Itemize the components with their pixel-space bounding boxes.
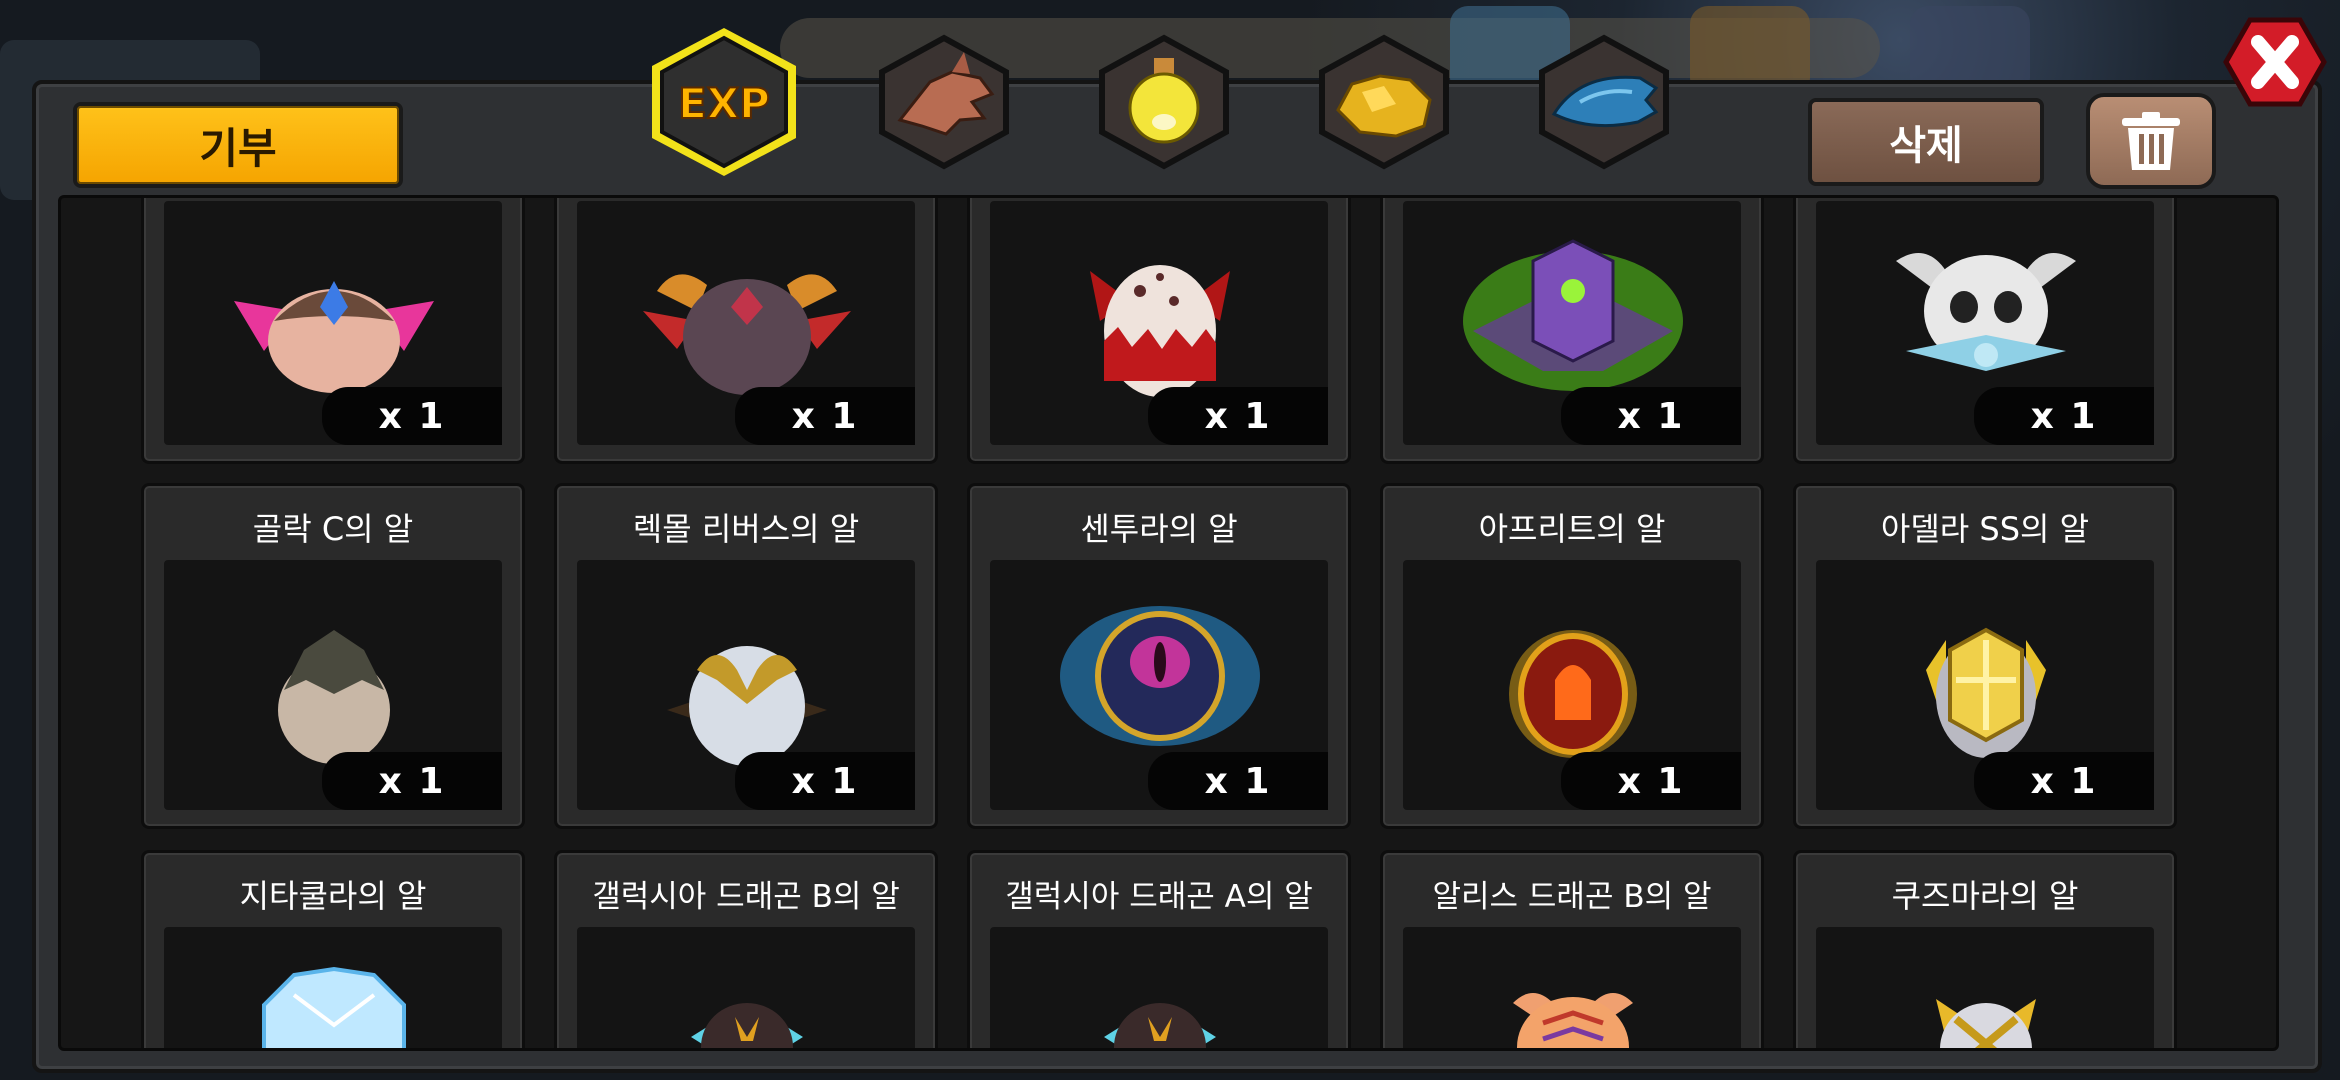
gold-armored-egg-icon — [1926, 627, 2046, 758]
egg-image-well — [164, 927, 502, 1048]
white-horned-egg-icon — [667, 646, 827, 766]
close-button[interactable] — [2222, 16, 2328, 108]
blue-eye-egg-icon — [1060, 606, 1260, 746]
egg-quantity: x 1 — [735, 752, 915, 810]
egg-card[interactable]: x 1 — [554, 198, 938, 464]
egg-card[interactable]: x 1 — [1793, 198, 2177, 464]
egg-card[interactable]: 아프리트의 알 x 1 — [1380, 483, 1764, 829]
egg-card[interactable]: 갤럭시아 드래곤 A의 알 — [967, 850, 1351, 1048]
egg-quantity: x 1 — [322, 752, 502, 810]
egg-image-well: x 1 — [990, 201, 1328, 445]
egg-card-title: 아델라 SS의 알 — [1880, 510, 2090, 548]
egg-image-well — [577, 927, 915, 1048]
egg-card-title: 골락 C의 알 — [252, 510, 414, 548]
tab-potion[interactable] — [1080, 22, 1248, 182]
tab-gold[interactable] — [1300, 22, 1468, 182]
egg-quantity: x 1 — [1974, 387, 2154, 445]
alice-b-egg-icon — [1513, 993, 1633, 1048]
egg-card-title: 렉몰 리버스의 알 — [632, 510, 860, 548]
egg-image-well — [990, 927, 1328, 1048]
egg-card-title: 알리스 드래곤 B의 알 — [1432, 879, 1712, 915]
egg-card[interactable]: 알리스 드래곤 B의 알 — [1380, 850, 1764, 1048]
ice-crystal-egg-icon — [262, 966, 406, 1048]
fire-egg-icon — [1509, 630, 1637, 758]
donate-button[interactable]: 기부 — [73, 102, 403, 188]
egg-card-title: 센투라의 알 — [1080, 510, 1238, 548]
horned-dark-egg-icon — [643, 274, 851, 395]
egg-quantity: x 1 — [735, 387, 915, 445]
egg-card[interactable]: x 1 — [967, 198, 1351, 464]
spotted-red-egg-icon — [1090, 265, 1230, 397]
close-icon — [2223, 17, 2327, 107]
galaxy-b-egg-icon — [691, 1003, 803, 1048]
egg-card-title: 아프리트의 알 — [1478, 510, 1666, 548]
pink-crown-egg-icon — [234, 281, 434, 393]
egg-image-well: x 1 — [164, 560, 502, 810]
egg-card[interactable]: 아델라 SS의 알 x 1 — [1793, 483, 2177, 829]
egg-card[interactable]: 렉몰 리버스의 알 x 1 — [554, 483, 938, 829]
egg-card[interactable]: x 1 — [1380, 198, 1764, 464]
egg-quantity: x 1 — [322, 387, 502, 445]
skull-egg-icon — [1896, 253, 2076, 371]
egg-image-well: x 1 — [990, 560, 1328, 810]
egg-quantity: x 1 — [1148, 387, 1328, 445]
egg-image-well: x 1 — [577, 201, 915, 445]
egg-image-well: x 1 — [1403, 201, 1741, 445]
egg-card[interactable]: 쿠즈마라의 알 — [1793, 850, 2177, 1048]
egg-card-title: 지타쿨라의 알 — [239, 877, 427, 915]
egg-card-title: 쿠즈마라의 알 — [1891, 877, 2079, 915]
tab-dragon[interactable] — [860, 22, 1028, 182]
egg-image-well: x 1 — [1816, 560, 2154, 810]
egg-grid: x 1 x 1 x 1 x 1 x 1 골락 C의 알 x 1 렉몰 리버스의 … — [58, 195, 2279, 1051]
egg-card[interactable]: 골락 C의 알 x 1 — [141, 483, 525, 829]
egg-quantity: x 1 — [1561, 752, 1741, 810]
egg-image-well: x 1 — [164, 201, 502, 445]
egg-card-title: 갤럭시아 드래곤 B의 알 — [592, 879, 900, 915]
egg-quantity: x 1 — [1148, 752, 1328, 810]
purple-green-egg-icon — [1463, 239, 1683, 391]
egg-image-well: x 1 — [577, 560, 915, 810]
tab-exp-label: EXP — [678, 79, 770, 128]
spiked-stone-egg-icon — [278, 630, 390, 764]
egg-image-well: x 1 — [1403, 560, 1741, 810]
egg-card-title: 갤럭시아 드래곤 A의 알 — [1005, 879, 1313, 915]
egg-quantity: x 1 — [1561, 387, 1741, 445]
trash-icon — [2122, 112, 2180, 170]
egg-image-well: x 1 — [1816, 201, 2154, 445]
egg-card[interactable]: 지타쿨라의 알 — [141, 850, 525, 1048]
egg-image-well — [1403, 927, 1741, 1048]
egg-card[interactable]: x 1 — [141, 198, 525, 464]
trash-button[interactable] — [2086, 93, 2216, 189]
kuzmara-egg-icon — [1936, 999, 2036, 1048]
delete-button[interactable]: 삭제 — [1808, 98, 2044, 186]
galaxy-a-egg-icon — [1104, 1003, 1216, 1048]
tab-exp[interactable]: EXP — [640, 22, 808, 182]
egg-card[interactable]: 갤럭시아 드래곤 B의 알 — [554, 850, 938, 1048]
egg-image-well — [1816, 927, 2154, 1048]
egg-quantity: x 1 — [1974, 752, 2154, 810]
egg-card[interactable]: 센투라의 알 x 1 — [967, 483, 1351, 829]
tab-dragon-scale[interactable] — [1520, 22, 1688, 182]
